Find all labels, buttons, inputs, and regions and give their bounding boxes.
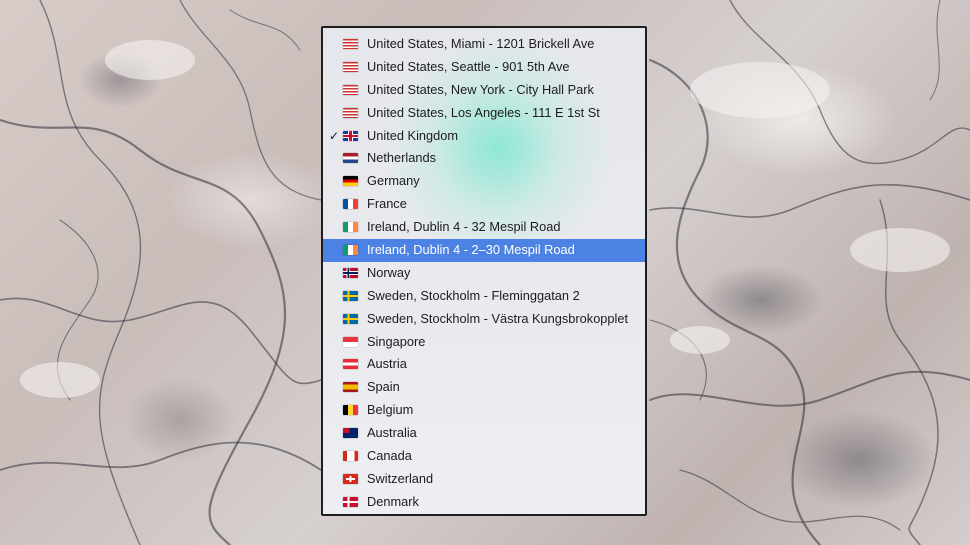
menu-item-label: Spain: [367, 379, 400, 395]
menu-item[interactable]: United States, Seattle - 901 5th Ave: [323, 56, 645, 79]
au-flag-icon: [343, 428, 358, 439]
menu-item-label: Denmark: [367, 493, 419, 509]
us-flag-icon: [343, 107, 358, 118]
menu-item-label: Belgium: [367, 402, 414, 418]
menu-item-label: Australia: [367, 425, 417, 441]
menu-item[interactable]: Netherlands: [323, 147, 645, 170]
ca-flag-icon: [343, 451, 358, 462]
menu-item[interactable]: Australia: [323, 422, 645, 445]
menu-item[interactable]: Canada: [323, 445, 645, 468]
menu-item-label: Canada: [367, 448, 412, 464]
no-flag-icon: [343, 267, 358, 278]
menu-item[interactable]: United States, Los Angeles - 111 E 1st S…: [323, 102, 645, 125]
menu-item-label: Singapore: [367, 333, 426, 349]
menu-item-label: Ireland, Dublin 4 - 32 Mespil Road: [367, 219, 561, 235]
menu-item[interactable]: Austria: [323, 353, 645, 376]
menu-item[interactable]: Singapore: [323, 331, 645, 354]
menu-item-label: Germany: [367, 173, 420, 189]
us-flag-icon: [343, 61, 358, 72]
menu-item-label: Norway: [367, 264, 411, 280]
menu-item-label: United States, Seattle - 901 5th Ave: [367, 58, 570, 74]
menu-item-label: United States, Miami - 1201 Brickell Ave: [367, 36, 595, 51]
menu-item-label: Switzerland: [367, 470, 434, 486]
de-flag-icon: [343, 176, 358, 187]
menu-item[interactable]: Sweden, Stockholm - Västra Kungsbrokoppl…: [323, 308, 645, 331]
menu-item[interactable]: Spain: [323, 376, 645, 399]
menu-item[interactable]: Germany: [323, 170, 645, 193]
fr-flag-icon: [343, 199, 358, 210]
menu-item[interactable]: Sweden, Stockholm - Fleminggatan 2: [323, 285, 645, 308]
us-flag-icon: [343, 84, 358, 95]
dk-flag-icon: [343, 496, 358, 507]
menu-item[interactable]: Denmark: [323, 491, 645, 514]
menu-item-label: Sweden, Stockholm - Västra Kungsbrokoppl…: [367, 310, 629, 326]
menu-item[interactable]: ✓ United Kingdom: [323, 125, 645, 148]
menu-item[interactable]: Belgium: [323, 399, 645, 422]
menu-item-label: Netherlands: [367, 150, 437, 166]
es-flag-icon: [343, 382, 358, 393]
ie-flag-icon: [343, 222, 358, 233]
menu-item[interactable]: Norway: [323, 262, 645, 285]
se-flag-icon: [343, 290, 358, 301]
menu-item[interactable]: United States, Miami - 1201 Brickell Ave: [323, 33, 645, 56]
be-flag-icon: [343, 405, 358, 416]
se-flag-icon: [343, 313, 358, 324]
menu-item-label: United Kingdom: [367, 127, 459, 143]
menu-item[interactable]: Ireland, Dublin 4 - 2–30 Mespil Road: [323, 239, 645, 262]
menu-item[interactable]: United States, New York - City Hall Park: [323, 79, 645, 102]
menu-item-label: Sweden, Stockholm - Fleminggatan 2: [367, 287, 580, 303]
uk-flag-icon: [343, 130, 358, 141]
ch-flag-icon: [343, 473, 358, 484]
menu-item[interactable]: Switzerland: [323, 468, 645, 491]
menu-item[interactable]: Ireland, Dublin 4 - 32 Mespil Road: [323, 216, 645, 239]
at-flag-icon: [343, 359, 358, 370]
menu-item-label: United States, Los Angeles - 111 E 1st S…: [367, 104, 600, 120]
us-flag-icon: [343, 39, 358, 49]
checkmark-icon: ✓: [329, 128, 340, 143]
location-dropdown-menu: United States, Miami - 1201 Brickell Ave…: [321, 26, 647, 516]
sg-flag-icon: [343, 336, 358, 347]
nl-flag-icon: [343, 153, 358, 164]
menu-item-label: France: [367, 196, 407, 212]
menu-item-label: Ireland, Dublin 4 - 2–30 Mespil Road: [367, 242, 575, 258]
menu-item[interactable]: France: [323, 193, 645, 216]
menu-item-label: Austria: [367, 356, 407, 372]
ie-flag-icon: [343, 245, 358, 256]
menu-item-label: United States, New York - City Hall Park: [367, 81, 594, 97]
